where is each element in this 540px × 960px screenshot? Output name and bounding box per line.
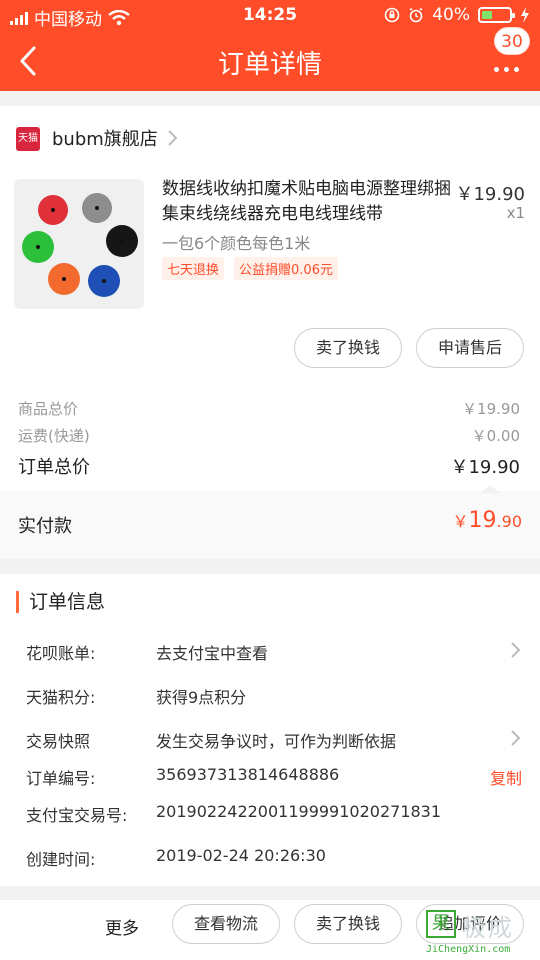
chevron-right-icon — [511, 642, 521, 658]
spool-green — [22, 231, 54, 263]
product-image[interactable] — [14, 179, 144, 309]
product-tags: 七天退换 公益捐赠0.06元 — [162, 257, 338, 280]
info-key: 订单编号: — [26, 769, 96, 788]
order-info-section: 订单信息 花呗账单: 去支付宝中查看 天猫积分: 获得9点积分 交易快照 发生交… — [0, 574, 540, 886]
info-key: 天猫积分: — [26, 688, 96, 707]
battery-icon — [478, 7, 515, 23]
page-title: 订单详情 — [217, 50, 322, 80]
product-quantity: x1 — [506, 204, 525, 222]
message-badge[interactable]: 30 — [494, 27, 530, 55]
product-title[interactable]: 数据线收纳扣魔术贴电脑电源整理绑捆集束线绕线器充电电线理线带 — [162, 177, 454, 227]
charging-icon — [521, 7, 529, 23]
watermark-logo: 果 极成 JiChengXin.com — [424, 908, 540, 960]
shipping-row: 运费(快递) ￥0.00 — [18, 425, 520, 446]
shop-name[interactable]: bubm旗舰店 — [52, 125, 158, 151]
paid-value: ￥19.90 — [453, 508, 522, 533]
goods-total-value: ￥19.90 — [462, 400, 520, 418]
spool-blue — [88, 265, 120, 297]
tag-charity: 公益捐赠0.06元 — [234, 257, 338, 280]
spool-orange — [48, 263, 80, 295]
paid-decimal: .90 — [496, 512, 522, 531]
battery-percent: 40% — [432, 5, 470, 25]
goods-total-label: 商品总价 — [18, 400, 79, 418]
paid-integer: 19 — [468, 508, 497, 533]
after-sale-button[interactable]: 申请售后 — [416, 328, 524, 368]
info-value: 2019-02-24 20:26:30 — [156, 846, 326, 865]
chevron-right-icon — [511, 730, 521, 746]
order-number: 356937313814648886 — [156, 765, 340, 784]
paid-label: 实付款 — [18, 516, 72, 537]
goods-total-row: 商品总价 ￥19.90 — [18, 398, 520, 419]
spool-black — [106, 225, 138, 257]
info-value: 去支付宝中查看 — [156, 644, 269, 663]
watermark-cn: 极成 — [462, 914, 514, 942]
info-value: 2019022422001199991020271831 — [156, 802, 442, 821]
view-logistics-button[interactable]: 查看物流 — [172, 904, 280, 944]
spool-gray — [82, 193, 112, 223]
watermark-box: 果 — [426, 910, 456, 938]
order-total-row: 订单总价 ￥19.90 — [18, 453, 520, 479]
header: 中国移动 14:25 40% 订单详情 30 — [0, 0, 540, 91]
status-right: 40% — [384, 5, 530, 25]
info-key: 支付宝交易号: — [26, 806, 128, 825]
paid-notch — [480, 485, 500, 493]
product-price: ￥19.90 — [455, 184, 525, 205]
info-value: 获得9点积分 — [156, 688, 247, 707]
sell-bottom-button[interactable]: 卖了换钱 — [294, 904, 402, 944]
shop-row[interactable]: 天猫 bubm旗舰店 — [0, 106, 540, 170]
info-key: 交易快照 — [26, 732, 91, 751]
spool-red — [38, 195, 68, 225]
paid-currency: ￥ — [452, 512, 469, 531]
watermark-url: JiChengXin.com — [426, 944, 511, 955]
paid-row: 实付款 ￥19.90 — [0, 491, 540, 559]
order-total-value: ￥19.90 — [450, 457, 520, 478]
order-info-title: 订单信息 — [16, 591, 105, 613]
info-key: 花呗账单: — [26, 644, 96, 663]
order-total-label: 订单总价 — [18, 457, 90, 478]
status-bar: 中国移动 14:25 40% — [0, 0, 540, 30]
copy-button[interactable]: 复制 — [490, 765, 522, 789]
info-value: 发生交易争议时，可作为判断依据 — [156, 732, 397, 751]
info-key: 创建时间: — [26, 850, 96, 869]
tag-seven-day-return: 七天退换 — [162, 257, 225, 280]
rotation-lock-icon — [384, 7, 400, 23]
shipping-value: ￥0.00 — [471, 427, 520, 445]
sell-button[interactable]: 卖了换钱 — [294, 328, 402, 368]
product-spec: 一包6个颜色每色1米 — [162, 234, 311, 253]
alarm-icon — [409, 7, 423, 23]
more-button[interactable]: 更多 — [105, 914, 139, 939]
tmall-logo-icon: 天猫 — [16, 127, 40, 151]
chevron-right-icon — [168, 130, 178, 146]
shipping-label: 运费(快递) — [18, 427, 90, 445]
